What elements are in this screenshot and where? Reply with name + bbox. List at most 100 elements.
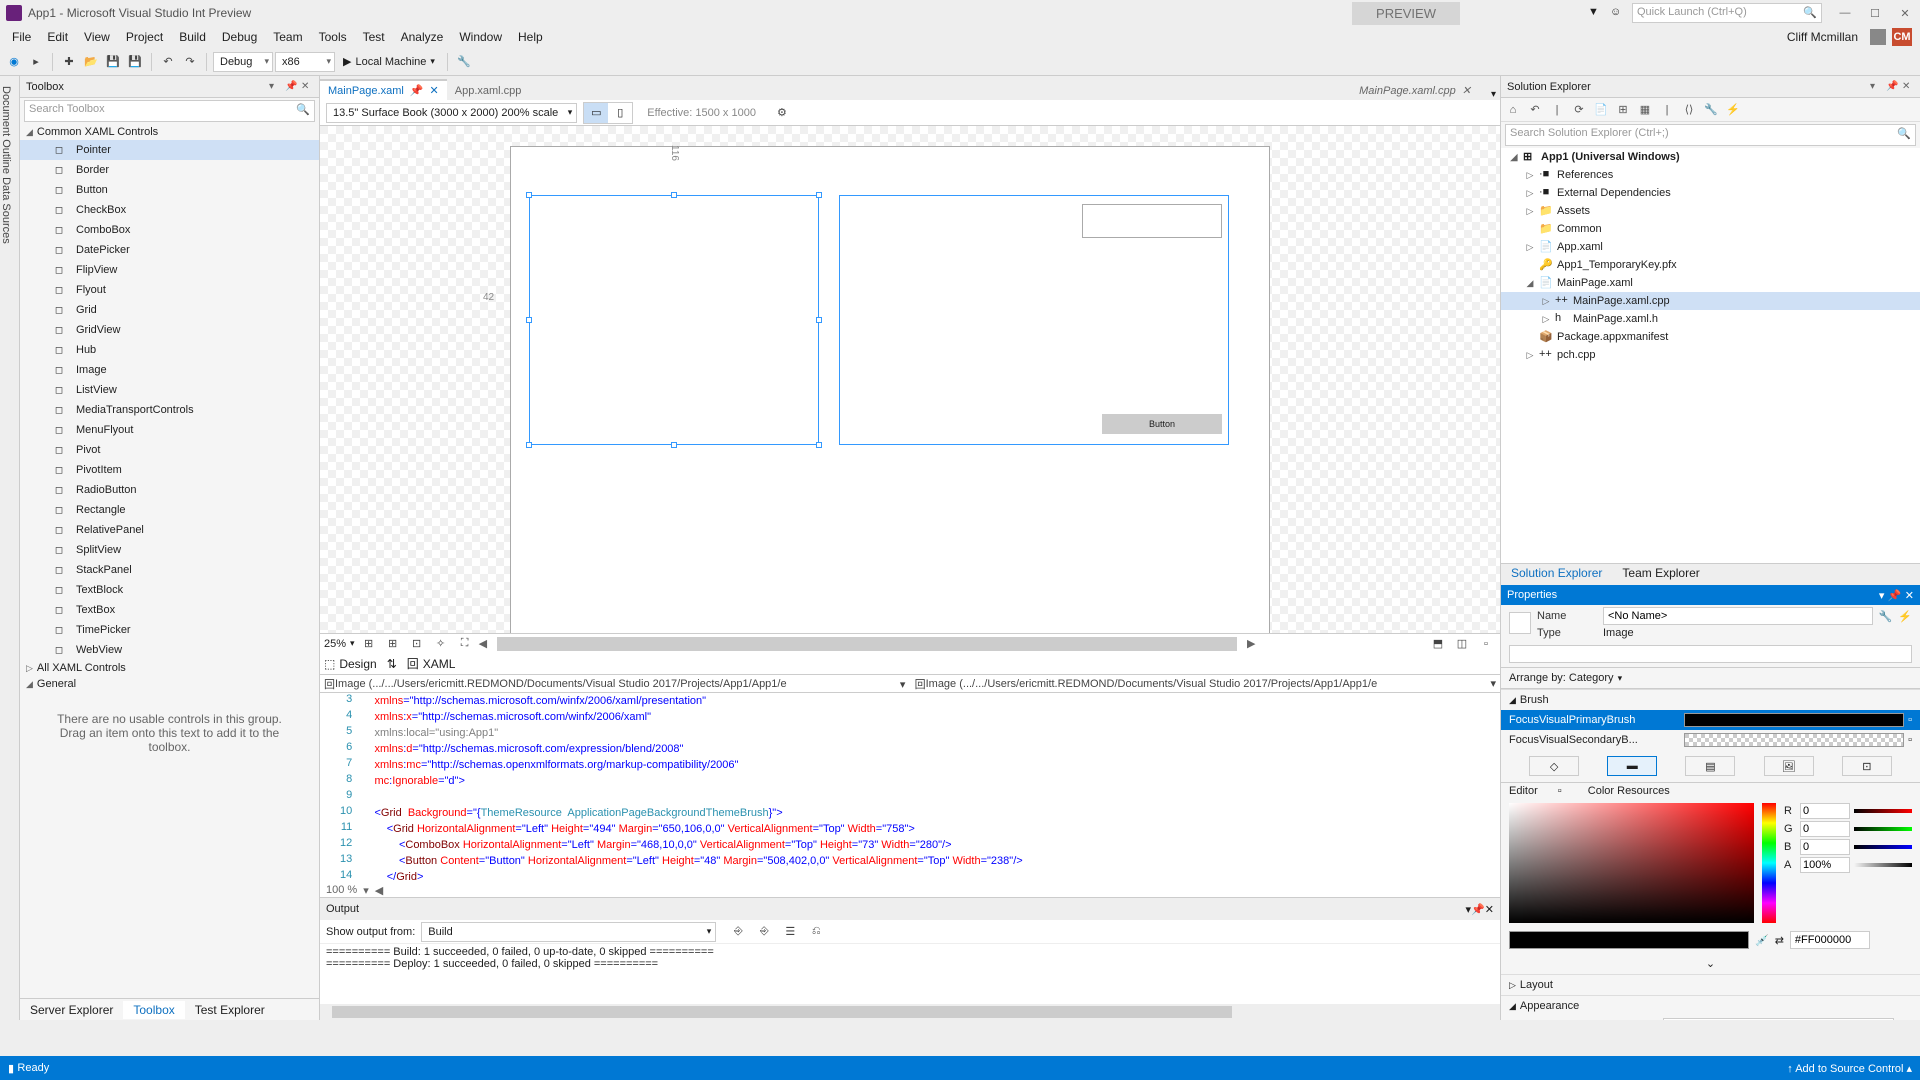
menu-analyze[interactable]: Analyze <box>393 30 452 44</box>
b-input[interactable] <box>1800 839 1850 855</box>
tab-editor[interactable]: Editor <box>1509 785 1538 797</box>
output-hscroll[interactable] <box>320 1004 1500 1020</box>
save-button[interactable]: 💾 <box>103 52 123 72</box>
fit-icon[interactable]: ⛶ <box>455 634 475 654</box>
combobox-element[interactable] <box>1082 204 1222 238</box>
home-icon[interactable]: ⌂ <box>1505 102 1521 118</box>
pin-icon[interactable]: 📌 <box>1886 81 1898 93</box>
toolbox-item[interactable]: ◻DatePicker <box>20 240 319 260</box>
group-all[interactable]: ▷All XAML Controls <box>20 660 319 676</box>
split-h-icon[interactable]: ⬒ <box>1428 634 1448 654</box>
solution-search[interactable]: Search Solution Explorer (Ctrl+;)🔍 <box>1505 124 1916 146</box>
toolbox-item[interactable]: ◻ListView <box>20 380 319 400</box>
left-sidetabs[interactable]: Document Outline Data Sources <box>0 76 20 1020</box>
source-control[interactable]: ↑ Add to Source Control ▴ <box>1787 1062 1912 1075</box>
snap-icon[interactable]: ⊡ <box>407 634 427 654</box>
tab-overflow[interactable]: ▾ <box>1487 89 1500 100</box>
out-btn4[interactable]: ⎌ <box>806 922 826 942</box>
close-tab-icon[interactable]: ✕ <box>1462 84 1471 97</box>
toolbox-item[interactable]: ◻ComboBox <box>20 220 319 240</box>
user-avatar[interactable]: CM <box>1892 28 1912 46</box>
cat-brush[interactable]: ◢Brush <box>1501 689 1920 710</box>
close-icon[interactable]: ✕ <box>1905 589 1914 602</box>
brush-secondary[interactable]: FocusVisualSecondaryB...▫ <box>1501 730 1920 750</box>
feedback-icon[interactable]: ☺ <box>1610 6 1624 20</box>
tool-button[interactable]: 🔧 <box>454 52 474 72</box>
cat-layout[interactable]: ▷Layout <box>1501 974 1920 995</box>
toolbox-item[interactable]: ◻WebView <box>20 640 319 660</box>
output-text[interactable]: ========== Build: 1 succeeded, 0 failed,… <box>320 944 1500 1004</box>
tab-preview[interactable]: MainPage.xaml.cpp✕ <box>1351 81 1479 100</box>
pin-icon[interactable]: 📌 <box>285 81 297 93</box>
toolbox-item[interactable]: ◻Grid <box>20 300 319 320</box>
toolbox-item[interactable]: ◻TextBox <box>20 600 319 620</box>
menu-project[interactable]: Project <box>118 30 171 44</box>
tab-solution-explorer[interactable]: Solution Explorer <box>1501 564 1612 585</box>
menu-team[interactable]: Team <box>265 30 310 44</box>
toolbox-item[interactable]: ◻RelativePanel <box>20 520 319 540</box>
new-button[interactable]: ✚ <box>59 52 79 72</box>
swap-icon[interactable]: ⇅ <box>387 657 397 671</box>
pin-icon[interactable]: 📌 <box>1888 589 1902 602</box>
close-button[interactable]: ✕ <box>1890 2 1920 24</box>
dropdown-icon[interactable]: ▾ <box>269 81 281 93</box>
code-editor[interactable]: 3456789101112131415 xmlns="http://schema… <box>320 693 1500 883</box>
r-input[interactable] <box>1800 803 1850 819</box>
grid-icon[interactable]: ⊞ <box>359 634 379 654</box>
open-button[interactable]: 📂 <box>81 52 101 72</box>
out-btn1[interactable]: ⎆ <box>728 922 748 942</box>
se-icon[interactable]: 📄 <box>1593 102 1609 118</box>
toolbox-item[interactable]: ◻Pivot <box>20 440 319 460</box>
split-v-icon[interactable]: ◫ <box>1452 634 1472 654</box>
design-canvas[interactable]: 116 42 Button <box>320 126 1500 633</box>
button-element[interactable]: Button <box>1102 414 1222 434</box>
toolbox-item[interactable]: ◻SplitView <box>20 540 319 560</box>
swap-icon[interactable]: ⇄ <box>1775 934 1784 947</box>
dropdown-icon[interactable]: ▾ <box>1870 81 1882 93</box>
pin-icon[interactable]: 📌 <box>1471 903 1485 916</box>
toolbox-item[interactable]: ◻Flyout <box>20 280 319 300</box>
brush-resource[interactable]: ⊡ <box>1842 756 1892 776</box>
close-icon[interactable]: ✕ <box>1485 903 1494 916</box>
se-icon[interactable]: ⟨⟩ <box>1681 102 1697 118</box>
toolbox-item[interactable]: ◻Rectangle <box>20 500 319 520</box>
minimize-button[interactable]: — <box>1830 2 1860 24</box>
toolbox-item[interactable]: ◻Button <box>20 180 319 200</box>
properties-search[interactable] <box>1509 645 1912 663</box>
color-field[interactable] <box>1509 803 1754 923</box>
close-icon[interactable]: ✕ <box>301 81 313 93</box>
a-input[interactable] <box>1800 857 1850 873</box>
menu-help[interactable]: Help <box>510 30 551 44</box>
tab-test-explorer[interactable]: Test Explorer <box>185 1001 275 1019</box>
menu-tools[interactable]: Tools <box>311 30 355 44</box>
events-icon[interactable]: ⚡ <box>1898 610 1912 623</box>
notification-icon[interactable]: ▼ <box>1588 6 1602 20</box>
toolbox-item[interactable]: ◻MediaTransportControls <box>20 400 319 420</box>
grid2-icon[interactable]: ⊞ <box>383 634 403 654</box>
group-common[interactable]: ◢Common XAML Controls <box>20 124 319 140</box>
back-icon[interactable]: ↶ <box>1527 102 1543 118</box>
brush-tile[interactable]: 🖼 <box>1764 756 1814 776</box>
close-tab-icon[interactable]: ✕ <box>430 84 439 97</box>
toolbox-item[interactable]: ◻TextBlock <box>20 580 319 600</box>
brush-none[interactable]: ◇ <box>1529 756 1579 776</box>
maximize-button[interactable]: ☐ <box>1860 2 1890 24</box>
menu-build[interactable]: Build <box>171 30 214 44</box>
menu-debug[interactable]: Debug <box>214 30 265 44</box>
run-button[interactable]: ▶Local Machine▾ <box>337 55 441 68</box>
toolbox-item[interactable]: ◻Border <box>20 160 319 180</box>
tab-team-explorer[interactable]: Team Explorer <box>1612 564 1709 585</box>
user-name[interactable]: Cliff Mcmillan <box>1779 30 1866 44</box>
undo-button[interactable]: ↶ <box>158 52 178 72</box>
menu-file[interactable]: File <box>4 30 39 44</box>
group-general[interactable]: ◢General <box>20 676 319 692</box>
brush-solid[interactable]: ▬ <box>1607 756 1657 776</box>
toolbox-item[interactable]: ◻Hub <box>20 340 319 360</box>
wrench-icon[interactable]: 🔧 <box>1879 610 1893 623</box>
menu-edit[interactable]: Edit <box>39 30 76 44</box>
hue-slider[interactable] <box>1762 803 1776 923</box>
hex-input[interactable] <box>1790 931 1870 949</box>
grid-element[interactable]: Button <box>839 195 1229 445</box>
eyedropper-icon[interactable]: 💉 <box>1755 934 1769 947</box>
saveall-button[interactable]: 💾 <box>125 52 145 72</box>
